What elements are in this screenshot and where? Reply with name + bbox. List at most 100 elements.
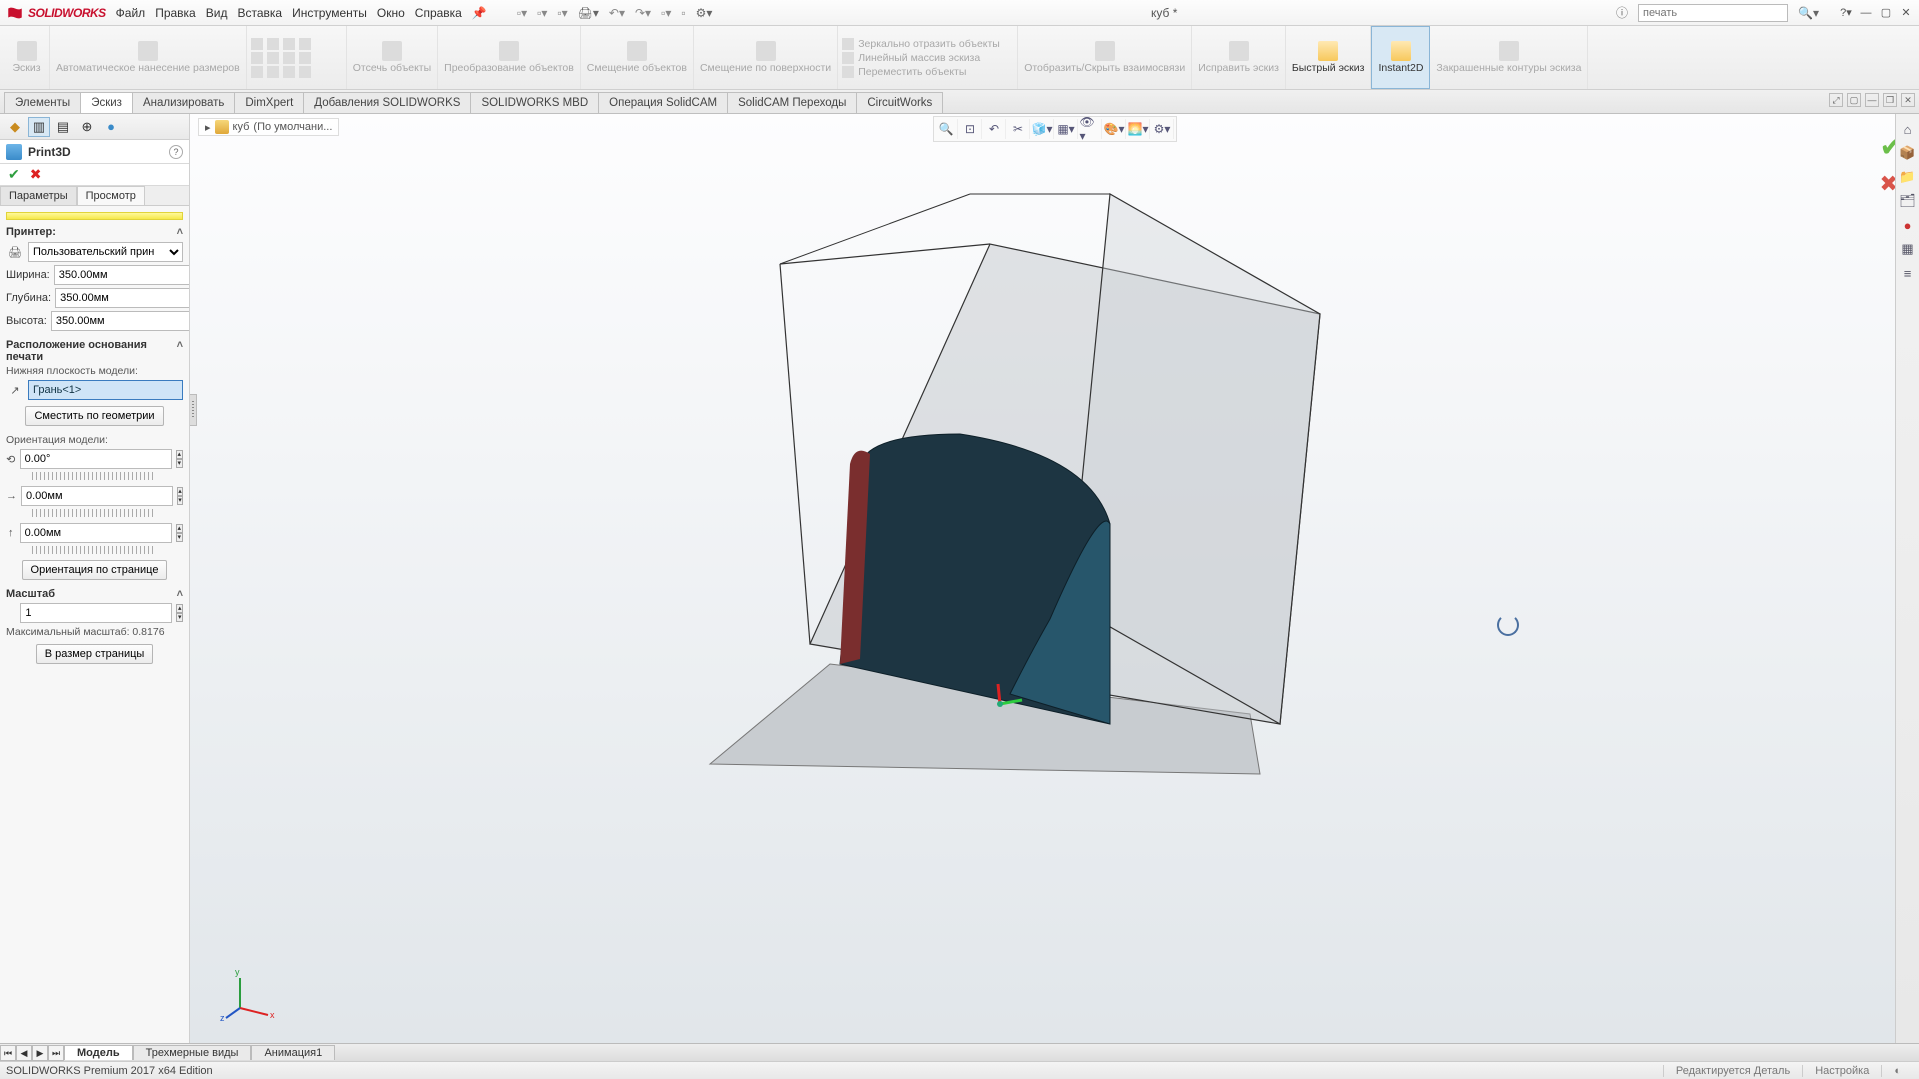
ok-button[interactable]: ✔	[8, 166, 20, 183]
status-extra-icon[interactable]: ◐	[1881, 1065, 1913, 1077]
qat-rebuild-icon[interactable]: ▫	[681, 6, 685, 20]
angle-slider[interactable]	[32, 472, 156, 480]
spinner-up-icon[interactable]: ▴	[176, 450, 183, 459]
panel-tab-preview[interactable]: Просмотр	[77, 186, 145, 205]
home-icon[interactable]: ⌂	[1899, 120, 1917, 138]
graphics-area[interactable]: ▸ куб (По умолчани... 🔍 ⊡ ↶ ✂ 🧊▾ ▦▾ 👁▾ 🎨…	[190, 114, 1919, 1043]
zoom-area-icon[interactable]: ⊡	[960, 119, 982, 139]
spinner-up-icon[interactable]: ▴	[176, 524, 183, 533]
help-icon[interactable]: ?▾	[1839, 6, 1853, 20]
apply-scene-icon[interactable]: 🌅▾	[1128, 119, 1150, 139]
dy-slider[interactable]	[32, 546, 156, 554]
menu-insert[interactable]: Вставка	[237, 6, 282, 20]
property-manager-icon[interactable]: ▥	[28, 117, 50, 137]
ribbon-auto-dim-button[interactable]: Автоматическое нанесение размеров	[50, 26, 247, 89]
breadcrumb[interactable]: ▸ куб (По умолчани...	[198, 118, 339, 136]
minimize-icon[interactable]: —	[1859, 6, 1873, 20]
search-icon[interactable]: 🔍▾	[1798, 6, 1819, 20]
qat-new-icon[interactable]: ▫▾	[517, 6, 527, 20]
breadcrumb-arrow-icon[interactable]: ▸	[205, 121, 211, 134]
pin-icon[interactable]: 📌	[472, 6, 487, 20]
selection-icon[interactable]: ↗	[6, 381, 24, 399]
qat-save-icon[interactable]: ▫▾	[557, 6, 567, 20]
ribbon-offset-surf-button[interactable]: Смещение по поверхности	[694, 26, 838, 89]
bottom-tab-3dviews[interactable]: Трехмерные виды	[133, 1045, 252, 1060]
tab-mbd[interactable]: SOLIDWORKS MBD	[470, 92, 599, 113]
maximize-icon[interactable]: ▢	[1879, 6, 1893, 20]
ribbon-sketch-button[interactable]: Эскиз	[4, 26, 50, 89]
section-view-icon[interactable]: ✂	[1008, 119, 1030, 139]
view-settings-icon[interactable]: ⚙▾	[1152, 119, 1174, 139]
dimxpert-manager-icon[interactable]: ⊕	[76, 117, 98, 137]
chevron-up-icon[interactable]: ˄	[177, 588, 183, 600]
width-input[interactable]	[54, 265, 189, 285]
ribbon-sketch-tools[interactable]	[247, 26, 347, 89]
dy-input[interactable]	[20, 523, 172, 543]
design-library-icon[interactable]: 📁	[1899, 168, 1917, 186]
file-explorer-icon[interactable]: 🗂	[1899, 192, 1917, 210]
tab-minimize-icon[interactable]: —	[1865, 93, 1879, 107]
menu-edit[interactable]: Правка	[155, 6, 196, 20]
face-selection-field[interactable]: Грань<1>	[28, 380, 183, 400]
spinner-down-icon[interactable]: ▾	[176, 613, 183, 622]
tab-addins[interactable]: Добавления SOLIDWORKS	[303, 92, 471, 113]
menu-view[interactable]: Вид	[206, 6, 228, 20]
tab-restore-icon[interactable]: ❐	[1883, 93, 1897, 107]
tab-close-icon[interactable]: ✕	[1901, 93, 1915, 107]
tab-dimxpert[interactable]: DimXpert	[234, 92, 304, 113]
orientation-triad[interactable]: y x z	[220, 963, 280, 1023]
cancel-button[interactable]: ✖	[30, 166, 42, 183]
ribbon-convert-button[interactable]: Преобразование объектов	[438, 26, 581, 89]
tab-sketch[interactable]: Эскиз	[80, 92, 133, 113]
bottom-tab-animation[interactable]: Анимация1	[251, 1045, 335, 1060]
tab-analyze[interactable]: Анализировать	[132, 92, 235, 113]
previous-view-icon[interactable]: ↶	[984, 119, 1006, 139]
spinner-up-icon[interactable]: ▴	[176, 604, 183, 613]
spinner-down-icon[interactable]: ▾	[177, 496, 183, 505]
ribbon-shaded-button[interactable]: Закрашенные контуры эскиза	[1430, 26, 1588, 89]
tab-features[interactable]: Элементы	[4, 92, 81, 113]
tab-circuitworks[interactable]: CircuitWorks	[856, 92, 943, 113]
rotate-gizmo-icon[interactable]	[1497, 614, 1519, 636]
breadcrumb-config[interactable]: (По умолчани...	[253, 121, 332, 133]
tab-solidcam-operation[interactable]: Операция SolidCAM	[598, 92, 728, 113]
dx-slider[interactable]	[32, 509, 156, 517]
printer-select[interactable]: Пользовательский прин	[28, 242, 183, 262]
orient-to-page-button[interactable]: Ориентация по странице	[22, 560, 168, 580]
ribbon-relations-button[interactable]: Отобразить/Скрыть взаимосвязи	[1018, 26, 1192, 89]
menu-file[interactable]: Файл	[116, 6, 146, 20]
ribbon-quick-sketch-button[interactable]: Быстрый эскиз	[1286, 26, 1372, 89]
tab-nav-first-icon[interactable]: ⏮	[0, 1045, 16, 1061]
status-custom[interactable]: Настройка	[1802, 1065, 1881, 1077]
display-manager-icon[interactable]: ●	[100, 117, 122, 137]
offset-by-geometry-button[interactable]: Сместить по геометрии	[25, 406, 163, 426]
zoom-fit-icon[interactable]: 🔍	[936, 119, 958, 139]
panel-tab-params[interactable]: Параметры	[0, 186, 77, 205]
view-palette-icon[interactable]: ●	[1899, 216, 1917, 234]
panel-splitter[interactable]	[190, 394, 197, 426]
close-icon[interactable]: ✕	[1899, 6, 1913, 20]
edit-appearance-icon[interactable]: 🎨▾	[1104, 119, 1126, 139]
spinner-down-icon[interactable]: ▾	[176, 459, 183, 468]
appearances-icon[interactable]: ▦	[1899, 240, 1917, 258]
tab-nav-last-icon[interactable]: ⏭	[48, 1045, 64, 1061]
chevron-up-icon[interactable]: ˄	[177, 226, 183, 238]
scale-input[interactable]	[20, 603, 172, 623]
display-style-icon[interactable]: ▦▾	[1056, 119, 1078, 139]
ribbon-instant2d-button[interactable]: Instant2D	[1371, 26, 1430, 89]
search-category-icon[interactable]: ⓘ	[1616, 4, 1628, 21]
qat-undo-icon[interactable]: ↶▾	[609, 6, 625, 20]
ribbon-offset-obj-button[interactable]: Смещение объектов	[581, 26, 694, 89]
tab-expand-icon[interactable]: ⤢	[1829, 93, 1843, 107]
feature-tree-icon[interactable]: ◆	[4, 117, 26, 137]
dx-input[interactable]	[21, 486, 173, 506]
bottom-tab-model[interactable]: Модель	[64, 1045, 133, 1060]
menu-window[interactable]: Окно	[377, 6, 405, 20]
qat-open-icon[interactable]: ▫▾	[537, 6, 547, 20]
depth-input[interactable]	[55, 288, 189, 308]
spinner-down-icon[interactable]: ▾	[176, 533, 183, 542]
panel-help-icon[interactable]: ?	[169, 145, 183, 159]
ribbon-trim-button[interactable]: Отсечь объекты	[347, 26, 438, 89]
spinner-up-icon[interactable]: ▴	[177, 487, 183, 496]
angle-input[interactable]	[20, 449, 172, 469]
